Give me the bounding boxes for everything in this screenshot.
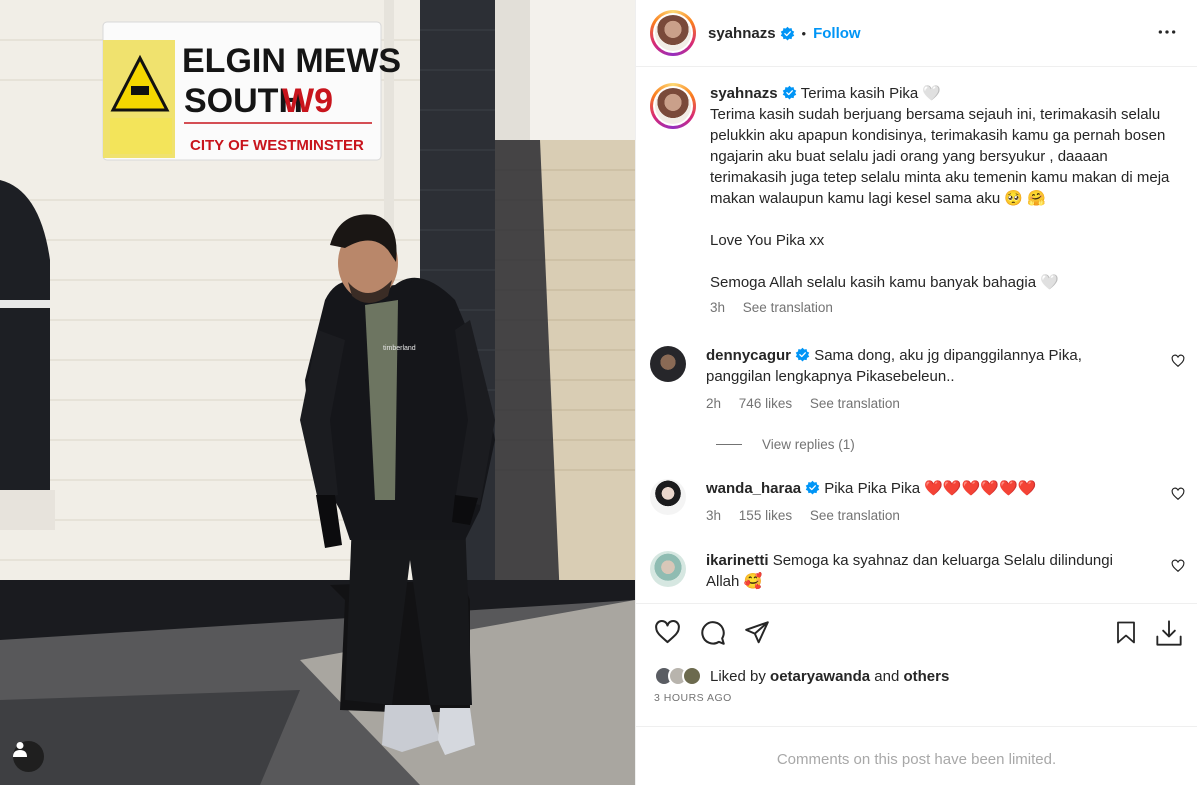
sign-council: CITY OF WESTMINSTER — [190, 137, 364, 154]
like-heart-icon[interactable] — [654, 619, 681, 646]
sign-line1: ELGIN MEWS — [182, 42, 401, 80]
post-photo[interactable]: ELGIN MEWS SOUTH W9 CITY OF WESTMINSTER … — [0, 0, 635, 785]
comment-likes[interactable]: 746 likes — [739, 396, 792, 411]
comment-username[interactable]: ikarinetti — [706, 552, 769, 569]
comment-time: 2h — [706, 396, 722, 411]
liked-by-prefix: Liked by — [710, 667, 766, 685]
follow-button[interactable]: Follow — [813, 25, 861, 42]
person-tag-icon-glyph — [13, 742, 27, 757]
comment-likes[interactable]: 155 likes — [739, 508, 792, 523]
action-bar — [636, 604, 1197, 662]
jacket-logo: timberland — [383, 345, 416, 352]
comment-meta: 2h 746 likes See translation — [706, 393, 1136, 414]
more-dots-icon[interactable] — [1157, 22, 1177, 42]
replies-divider — [716, 444, 742, 445]
post-detail-panel: syahnazs • Follow syahnazs Terima kasih … — [635, 0, 1197, 785]
comment-item: wanda_haraa Pika Pika Pika ❤️❤️❤️❤️❤️❤️ … — [636, 478, 1197, 526]
share-send-icon[interactable] — [744, 619, 770, 645]
caption-author-avatar[interactable] — [650, 83, 696, 129]
caption-text: Terima kasih Pika 🤍 Terima kasih sudah b… — [710, 85, 1170, 291]
caption-username[interactable]: syahnazs — [710, 85, 778, 102]
post-footer: Liked by oetaryawanda and others 3 HOURS… — [636, 603, 1197, 768]
liked-by-user[interactable]: oetaryawanda — [770, 668, 870, 685]
download-icon[interactable] — [1155, 619, 1183, 647]
post-caption: syahnazs Terima kasih Pika 🤍 Terima kasi… — [636, 67, 1197, 318]
photo-illustration: ELGIN MEWS SOUTH W9 CITY OF WESTMINSTER … — [0, 0, 635, 785]
author-avatar[interactable] — [650, 10, 696, 56]
view-replies-button[interactable]: View replies (1) — [716, 437, 1197, 452]
verified-badge-icon — [780, 26, 794, 40]
comment-text: Pika Pika Pika ❤️❤️❤️❤️❤️❤️ — [824, 480, 1037, 497]
post-modal: ELGIN MEWS SOUTH W9 CITY OF WESTMINSTER … — [0, 0, 1197, 785]
liker-avatar — [682, 666, 702, 686]
comment-avatar[interactable] — [650, 551, 686, 587]
comment-avatar[interactable] — [650, 479, 686, 515]
comment-username[interactable]: dennycagur — [706, 347, 791, 364]
view-replies-label: View replies (1) — [762, 437, 855, 452]
comment-like-heart-icon[interactable] — [1171, 487, 1185, 501]
liked-by-row: Liked by oetaryawanda and others — [636, 666, 1197, 686]
save-bookmark-icon[interactable] — [1114, 619, 1138, 646]
post-timestamp: 3 HOURS AGO — [654, 692, 732, 704]
comment-avatar[interactable] — [650, 346, 686, 382]
post-header: syahnazs • Follow — [636, 0, 1197, 67]
liked-by-others[interactable]: others — [903, 668, 949, 685]
comment-see-translation[interactable]: See translation — [810, 508, 900, 523]
person-tag-icon[interactable] — [13, 741, 44, 772]
comment-meta: 3h 155 likes See translation — [706, 505, 1136, 526]
liked-by-and: and — [874, 667, 900, 685]
caption-time: 3h — [710, 300, 726, 315]
verified-badge-icon — [795, 347, 810, 362]
header-separator: • — [801, 25, 807, 41]
caption-meta: 3h See translation — [710, 297, 1180, 318]
comment-like-heart-icon[interactable] — [1171, 559, 1185, 573]
liker-avatars[interactable] — [654, 666, 702, 686]
caption-see-translation[interactable]: See translation — [743, 300, 833, 315]
comment-username[interactable]: wanda_haraa — [706, 480, 801, 497]
author-username[interactable]: syahnazs — [708, 25, 776, 42]
verified-badge-icon — [805, 480, 820, 495]
sign-code: W9 — [282, 82, 333, 120]
comment-like-heart-icon[interactable] — [1171, 354, 1185, 368]
comment-item: ikarinetti Semoga ka syahnaz dan keluarg… — [636, 550, 1197, 592]
comment-time: 3h — [706, 508, 722, 523]
comment-bubble-icon[interactable] — [699, 619, 726, 646]
comments-limited-notice: Comments on this post have been limited. — [636, 726, 1197, 785]
comments-scroll-area[interactable]: syahnazs Terima kasih Pika 🤍 Terima kasi… — [636, 67, 1197, 603]
comment-item: dennycagur Sama dong, aku jg dipanggilan… — [636, 345, 1197, 414]
verified-badge-icon — [782, 85, 796, 100]
comment-see-translation[interactable]: See translation — [810, 396, 900, 411]
